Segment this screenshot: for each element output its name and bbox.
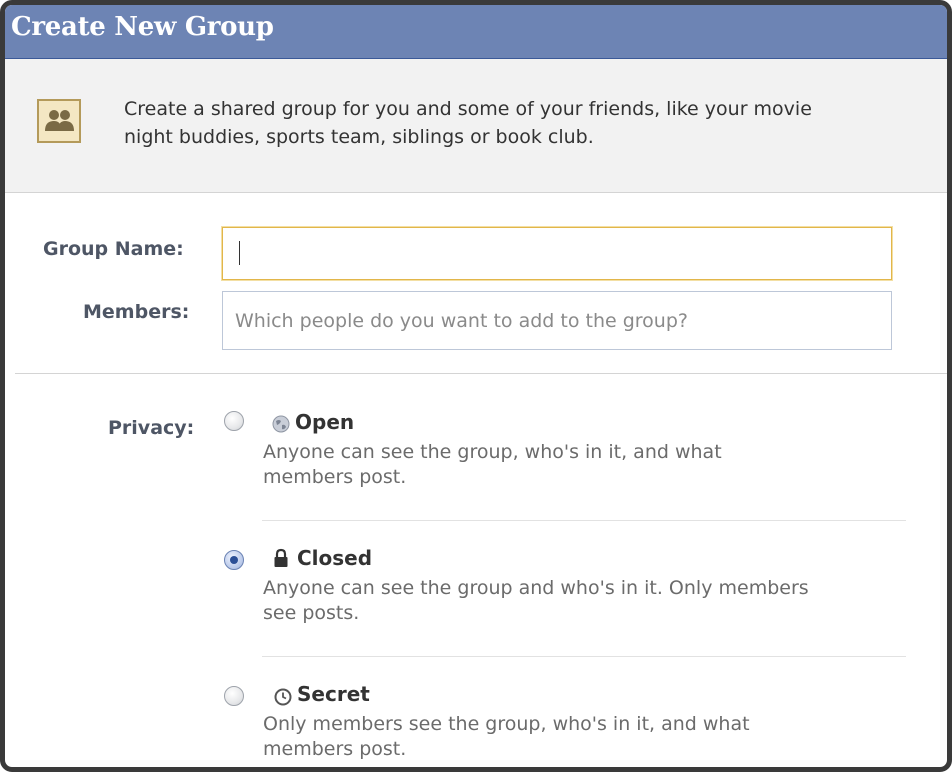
group-name-label: Group Name: bbox=[43, 238, 184, 260]
option-desc-open: Anyone can see the group, who's in it, a… bbox=[263, 440, 913, 490]
group-name-input[interactable] bbox=[222, 227, 892, 280]
privacy-label: Privacy: bbox=[108, 417, 195, 439]
members-input[interactable] bbox=[222, 291, 892, 350]
option-divider bbox=[262, 656, 906, 657]
intro-text-line-1: Create a shared group for you and some o… bbox=[124, 98, 812, 120]
lock-icon bbox=[271, 548, 291, 568]
radio-secret[interactable] bbox=[224, 686, 244, 706]
option-title-open: Open bbox=[295, 410, 355, 434]
group-icon bbox=[37, 99, 81, 143]
option-desc-line: Anyone can see the group, who's in it, a… bbox=[263, 441, 722, 463]
clock-icon bbox=[273, 687, 293, 707]
dialog-titlebar: Create New Group bbox=[5, 5, 947, 59]
create-group-dialog: Create New Group Create a shared group f… bbox=[0, 0, 952, 772]
dialog-title: Create New Group bbox=[11, 12, 274, 42]
option-title-closed: Closed bbox=[297, 546, 373, 570]
option-title-secret: Secret bbox=[297, 682, 370, 706]
option-desc-line: members post. bbox=[263, 738, 407, 760]
option-divider bbox=[262, 520, 906, 521]
members-label: Members: bbox=[83, 301, 190, 323]
option-desc-line: see posts. bbox=[263, 602, 360, 624]
option-desc-secret: Only members see the group, who's in it,… bbox=[263, 712, 913, 762]
intro-description: Create a shared group for you and some o… bbox=[124, 95, 924, 151]
text-caret bbox=[239, 241, 240, 265]
option-desc-closed: Anyone can see the group and who's in it… bbox=[263, 576, 913, 626]
option-desc-line: Only members see the group, who's in it,… bbox=[263, 713, 750, 735]
option-desc-line: members post. bbox=[263, 466, 407, 488]
option-desc-line: Anyone can see the group and who's in it… bbox=[263, 577, 809, 599]
radio-closed[interactable] bbox=[224, 550, 244, 570]
intro-text-line-2: night buddies, sports team, siblings or … bbox=[124, 126, 594, 148]
globe-icon bbox=[271, 414, 291, 434]
section-divider bbox=[15, 373, 947, 374]
intro-section: Create a shared group for you and some o… bbox=[5, 59, 947, 193]
radio-open[interactable] bbox=[224, 411, 244, 431]
